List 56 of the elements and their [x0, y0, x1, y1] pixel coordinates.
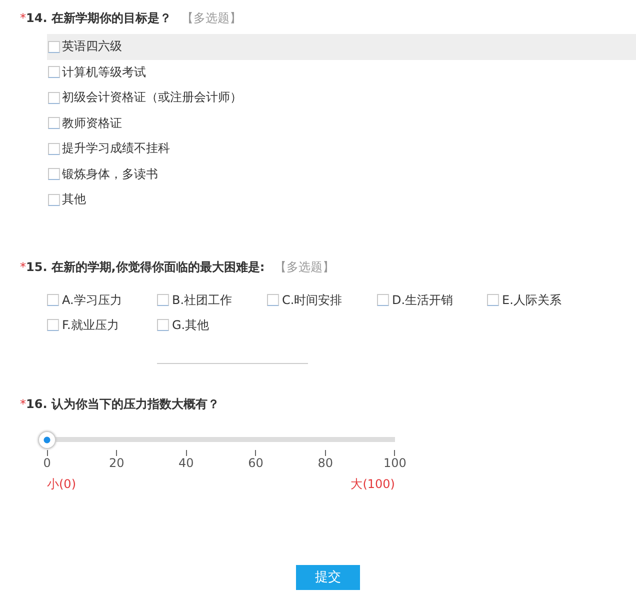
option-label: 初级会计资格证（或注册会计师）	[62, 89, 242, 106]
checkbox[interactable]	[48, 168, 60, 180]
required-asterisk: *	[20, 11, 26, 25]
checkbox[interactable]	[48, 194, 60, 206]
question-number: 15.	[26, 260, 48, 274]
checkbox[interactable]	[487, 294, 499, 306]
option-row[interactable]: 计算机等级考试	[47, 60, 636, 85]
option-row[interactable]: 初级会计资格证（或注册会计师）	[47, 85, 636, 110]
option-label: E.人际关系	[502, 292, 562, 308]
tick-label: 40	[178, 456, 194, 470]
option-label: A.学习压力	[62, 292, 122, 308]
min-label: 小(0)	[47, 476, 76, 492]
option-label: F.就业压力	[62, 316, 119, 334]
max-label: 大(100)	[350, 476, 395, 492]
question-type-tag: 【多选题】	[274, 258, 335, 276]
option-row[interactable]: 锻炼身体，多读书	[47, 162, 636, 187]
question-title: 在新的学期,你觉得你面临的最大困难是:	[51, 258, 265, 276]
checkbox[interactable]	[48, 117, 60, 130]
checkbox[interactable]	[157, 294, 169, 306]
option-label: B.社团工作	[172, 292, 232, 308]
checkbox[interactable]	[47, 319, 59, 331]
option-row[interactable]: 提升学习成绩不挂科	[47, 136, 636, 162]
checkbox[interactable]	[48, 92, 60, 104]
checkbox[interactable]	[48, 66, 60, 78]
option-label: 其他	[62, 191, 86, 208]
checkbox[interactable]	[377, 294, 389, 306]
option-label: 提升学习成绩不挂科	[62, 140, 170, 158]
tick-label: 80	[318, 456, 334, 470]
question-number: 14.	[26, 11, 48, 25]
checkbox[interactable]	[157, 319, 169, 331]
question-number: 16.	[26, 396, 48, 410]
tick-label: 60	[248, 456, 264, 470]
option-label: C.时间安排	[282, 292, 342, 308]
option-label: G.其他	[172, 316, 210, 334]
option-row[interactable]: 教师资格证	[47, 110, 636, 136]
question-title: 认为你当下的压力指数大概有？	[51, 396, 220, 412]
tick-label: 20	[108, 456, 124, 470]
tick-label: 0	[43, 456, 51, 470]
option-label: 教师资格证	[62, 114, 122, 132]
option-label: D.生活开销	[392, 292, 454, 308]
option-label: 计算机等级考试	[62, 64, 146, 81]
checkbox[interactable]	[267, 294, 279, 306]
fill-in-line[interactable]	[157, 362, 308, 364]
option-row[interactable]: 其他	[47, 187, 636, 212]
tick-label: 100	[384, 456, 406, 470]
required-asterisk: *	[20, 396, 26, 410]
option-label: 英语四六级	[62, 38, 122, 56]
question-title: 在新学期你的目标是？	[51, 10, 172, 27]
checkbox[interactable]	[48, 142, 60, 155]
question-type-tag: 【多选题】	[181, 10, 242, 27]
slider-thumb[interactable]	[38, 430, 56, 448]
required-asterisk: *	[20, 260, 26, 274]
checkbox[interactable]	[47, 294, 59, 306]
option-label: 锻炼身体，多读书	[62, 166, 158, 183]
checkbox[interactable]	[48, 40, 60, 53]
option-row[interactable]: 英语四六级	[47, 34, 636, 60]
